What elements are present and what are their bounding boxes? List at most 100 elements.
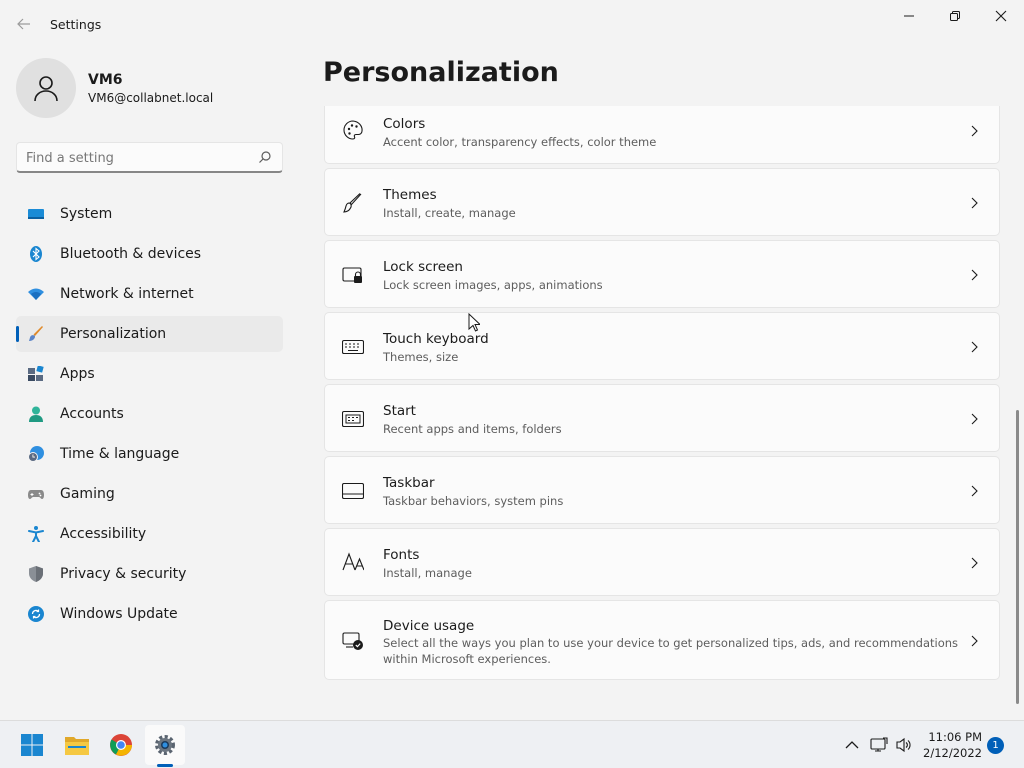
sidebar-item-label: System <box>60 206 113 222</box>
back-arrow-icon <box>17 18 30 30</box>
chevron-right-icon <box>971 197 978 209</box>
taskbar-icon <box>342 480 364 502</box>
card-title: Themes <box>383 187 437 203</box>
search-icon[interactable] <box>258 150 272 164</box>
chevron-right-icon <box>971 341 978 353</box>
sidebar-item-label: Personalization <box>60 326 167 342</box>
globe-clock-icon <box>28 446 44 462</box>
user-email: VM6@collabnet.local <box>88 91 214 105</box>
back-button[interactable] <box>14 14 34 34</box>
avatar[interactable] <box>16 58 76 118</box>
sidebar-item-accounts[interactable]: Accounts <box>16 396 283 432</box>
close-icon <box>995 10 1007 22</box>
settings-list: Colors Accent color, transparency effect… <box>324 106 1000 718</box>
chevron-right-icon <box>971 125 978 137</box>
accessibility-icon <box>28 526 44 542</box>
sidebar-item-apps[interactable]: Apps <box>16 356 283 392</box>
file-explorer-icon <box>65 737 89 755</box>
notification-badge[interactable]: 1 <box>987 737 1004 754</box>
sidebar-item-network[interactable]: Network & internet <box>16 276 283 312</box>
start-button[interactable] <box>12 725 52 765</box>
network-tray-button[interactable] <box>869 735 889 755</box>
sidebar-item-label: Accessibility <box>60 526 147 542</box>
minimize-button[interactable] <box>886 0 932 32</box>
card-title: Taskbar <box>383 475 435 491</box>
card-title: Start <box>383 403 416 419</box>
brush-icon <box>28 326 44 342</box>
fonts-icon <box>342 551 364 573</box>
user-name: VM6 <box>88 72 123 88</box>
card-start[interactable]: Start Recent apps and items, folders <box>324 384 1000 452</box>
restore-icon <box>950 11 960 21</box>
settings-button[interactable] <box>145 725 185 765</box>
volume-tray-button[interactable] <box>894 735 914 755</box>
card-description: Recent apps and items, folders <box>383 422 562 436</box>
search-box[interactable] <box>16 142 283 173</box>
card-title: Colors <box>383 116 426 132</box>
card-taskbar[interactable]: Taskbar Taskbar behaviors, system pins <box>324 456 1000 524</box>
card-description: Install, manage <box>383 566 472 580</box>
restore-button[interactable] <box>932 0 978 32</box>
window-title: Settings <box>50 17 102 32</box>
sidebar-item-label: Bluetooth & devices <box>60 246 202 262</box>
apps-icon <box>28 366 44 382</box>
chrome-button[interactable] <box>101 725 141 765</box>
settings-icon <box>155 735 175 755</box>
monitor-icon <box>28 206 44 222</box>
minimize-icon <box>904 15 914 17</box>
windows-start-icon <box>21 734 43 756</box>
card-device-usage[interactable]: Device usage Select all the ways you pla… <box>324 600 1000 680</box>
search-input[interactable] <box>26 148 246 168</box>
card-title: Device usage <box>383 618 475 634</box>
chevron-right-icon <box>971 557 978 569</box>
card-description: Taskbar behaviors, system pins <box>383 494 564 508</box>
sidebar-item-accessibility[interactable]: Accessibility <box>16 516 283 552</box>
card-touch-keyboard[interactable]: Touch keyboard Themes, size <box>324 312 1000 380</box>
card-description: Install, create, manage <box>383 206 516 220</box>
wifi-icon <box>28 286 44 302</box>
chevron-up-icon <box>845 741 859 749</box>
sidebar-item-label: Accounts <box>60 406 124 422</box>
sidebar-item-bluetooth[interactable]: Bluetooth & devices <box>16 236 283 272</box>
keyboard-icon <box>342 336 364 358</box>
gamepad-icon <box>28 486 44 502</box>
mouse-cursor-icon <box>468 313 480 332</box>
taskbar-clock[interactable]: 11:06 PM 2/12/2022 <box>920 729 982 761</box>
sidebar-nav: System Bluetooth & devices Network & int… <box>16 196 283 636</box>
sidebar-item-label: Network & internet <box>60 286 194 302</box>
update-icon <box>28 606 44 622</box>
card-description: Select all the ways you plan to use your… <box>383 636 959 666</box>
clock-time: 11:06 PM <box>928 730 982 744</box>
sidebar-item-time-language[interactable]: Time & language <box>16 436 283 472</box>
card-title: Lock screen <box>383 259 463 275</box>
show-hidden-icons-button[interactable] <box>842 735 862 755</box>
sidebar-item-gaming[interactable]: Gaming <box>16 476 283 512</box>
file-explorer-button[interactable] <box>57 725 97 765</box>
sidebar-item-label: Gaming <box>60 486 115 502</box>
sidebar-item-system[interactable]: System <box>16 196 283 232</box>
chevron-right-icon <box>971 635 978 647</box>
palette-icon <box>342 119 364 141</box>
page-title: Personalization <box>323 57 559 88</box>
sidebar-item-privacy[interactable]: Privacy & security <box>16 556 283 592</box>
sidebar-item-label: Windows Update <box>60 606 178 622</box>
chrome-icon <box>110 734 132 756</box>
card-fonts[interactable]: Fonts Install, manage <box>324 528 1000 596</box>
sidebar-item-label: Apps <box>60 366 95 382</box>
sidebar-item-windows-update[interactable]: Windows Update <box>16 596 283 632</box>
lock-screen-icon <box>342 264 364 286</box>
bluetooth-icon <box>28 246 44 262</box>
sidebar-item-personalization[interactable]: Personalization <box>16 316 283 352</box>
network-icon <box>870 737 888 752</box>
card-description: Themes, size <box>383 350 459 364</box>
close-button[interactable] <box>978 0 1024 32</box>
active-app-indicator <box>157 764 173 767</box>
card-lock-screen[interactable]: Lock screen Lock screen images, apps, an… <box>324 240 1000 308</box>
card-themes[interactable]: Themes Install, create, manage <box>324 168 1000 236</box>
device-usage-icon <box>342 630 364 652</box>
card-colors[interactable]: Colors Accent color, transparency effect… <box>324 106 1000 164</box>
chevron-right-icon <box>971 269 978 281</box>
scrollbar[interactable] <box>1016 410 1019 704</box>
card-title: Fonts <box>383 547 420 563</box>
card-description: Accent color, transparency effects, colo… <box>383 135 657 149</box>
